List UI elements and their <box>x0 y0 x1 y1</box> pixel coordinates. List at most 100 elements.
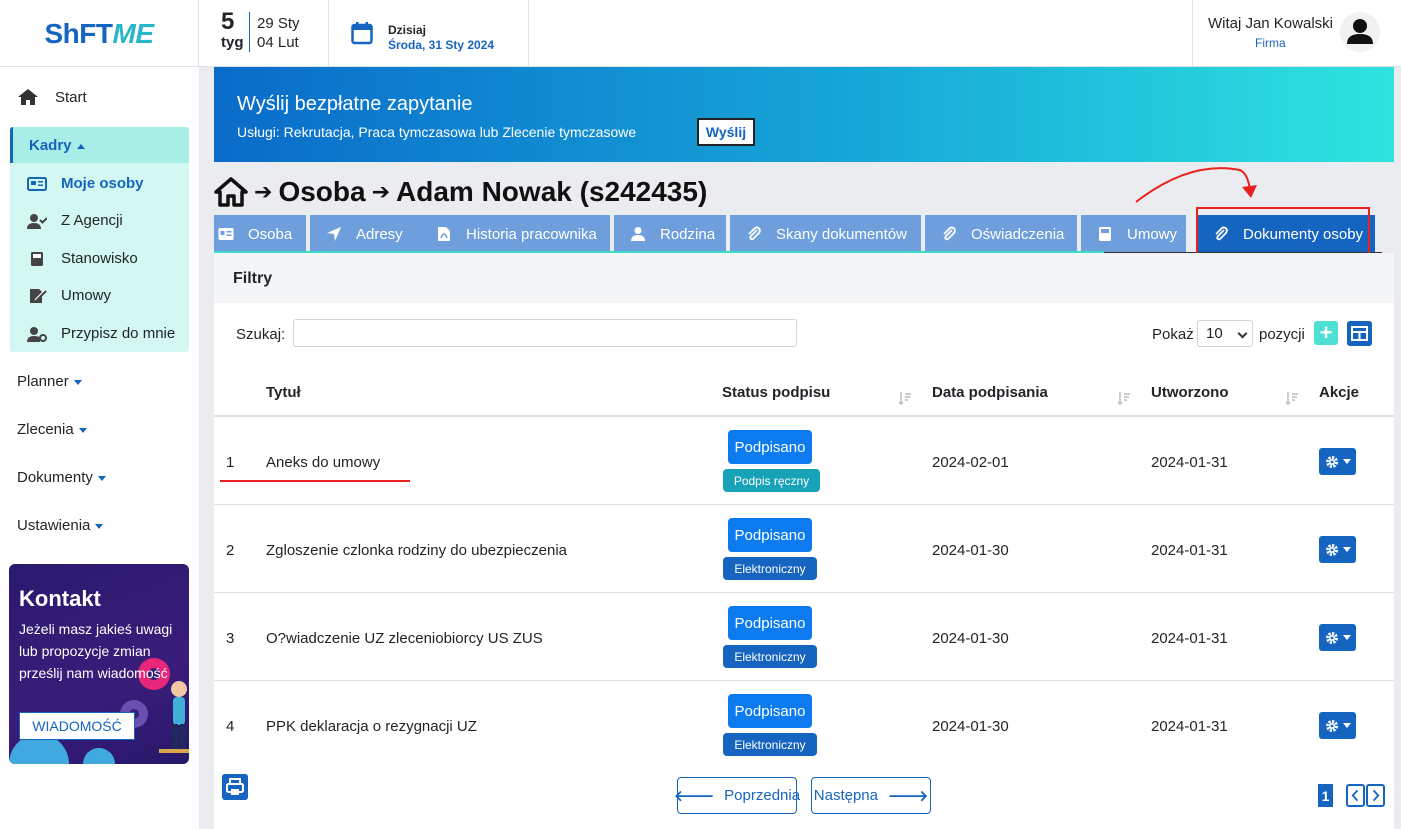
sort-icon[interactable] <box>1285 391 1299 405</box>
banner-send-button[interactable]: Wyślij <box>697 118 755 146</box>
show-label: Pokaż <box>1152 326 1194 343</box>
caret-down-icon <box>1342 547 1351 552</box>
print-icon[interactable] <box>222 774 248 800</box>
logo[interactable]: ShFTME <box>45 18 155 50</box>
row-signed-date: 2024-01-30 <box>932 542 1009 559</box>
today-date: Środa, 31 Sty 2024 <box>388 38 495 52</box>
id-card-icon <box>218 228 234 240</box>
arrow-left-icon: 🡐 <box>673 788 715 805</box>
promo-banner: Wyślij bezpłatne zapytanie Usługi: Rekru… <box>214 67 1394 162</box>
contact-text: Jeżeli masz jakieś uwagi lub propozycje … <box>19 621 173 681</box>
next-page-button[interactable]: Następna 🡒 <box>811 777 931 814</box>
column-created[interactable]: Utworzono <box>1151 384 1228 401</box>
sort-icon[interactable] <box>1117 391 1131 405</box>
row-title: O?wiadczenie UZ zleceniobiorcy US ZUS <box>266 630 543 647</box>
caret-down-icon <box>1342 459 1351 464</box>
sidebar-item-planner[interactable]: Planner <box>17 373 82 390</box>
sidebar-item-umowy[interactable]: Umowy <box>27 287 111 304</box>
today-indicator: Dzisiaj Środa, 31 Sty 2024 <box>329 0 529 67</box>
status-badge: Podpisano <box>728 694 812 728</box>
row-number: 4 <box>226 718 235 735</box>
add-button[interactable]: + <box>1314 321 1338 345</box>
row-actions-button[interactable] <box>1319 448 1356 475</box>
file-pdf-icon <box>438 227 450 241</box>
row-actions-button[interactable] <box>1319 536 1356 563</box>
page-title: Adam Nowak (s242435) <box>396 176 708 207</box>
sidebar-group-kadry: Kadry Moje osoby Z Agencji Stanowisko Um… <box>10 127 189 352</box>
column-status[interactable]: Status podpisu <box>722 384 830 401</box>
annotation-underline <box>220 480 410 482</box>
book-icon <box>1099 227 1111 241</box>
table-row[interactable]: 4 PPK deklaracja o rezygnacji UZ Podpisa… <box>214 681 1394 769</box>
row-created: 2024-01-31 <box>1151 542 1228 559</box>
sidebar-item-dokumenty[interactable]: Dokumenty <box>17 469 106 486</box>
chevron-right-icon[interactable] <box>1366 784 1385 807</box>
table-row[interactable]: 3 O?wiadczenie UZ zleceniobiorcy US ZUS … <box>214 593 1394 681</box>
page-size-select[interactable]: 10 <box>1197 320 1253 347</box>
row-created: 2024-01-31 <box>1151 630 1228 647</box>
sidebar-item-moje-osoby[interactable]: Moje osoby <box>27 175 144 192</box>
user-menu[interactable]: Witaj Jan Kowalski Firma <box>1192 0 1401 67</box>
row-signed-date: 2024-01-30 <box>932 718 1009 735</box>
tab-umowy[interactable]: Umowy <box>1081 215 1186 253</box>
tab-skany[interactable]: Skany dokumentów <box>730 215 921 253</box>
row-number: 3 <box>226 630 235 647</box>
week-divider <box>249 12 250 52</box>
signature-method-badge: Elektroniczny <box>723 645 817 668</box>
file-signature-icon <box>30 288 47 303</box>
sidebar-item-zlecenia[interactable]: Zlecenia <box>17 421 87 438</box>
contact-card: Kontakt Jeżeli masz jakieś uwagi lub pro… <box>9 564 189 764</box>
filter-bar[interactable]: Filtry <box>214 253 1394 303</box>
breadcrumb-arrow-icon: ➔ <box>254 179 273 204</box>
row-actions-button[interactable] <box>1319 712 1356 739</box>
column-signed-date[interactable]: Data podpisania <box>932 384 1048 401</box>
documents-panel: Filtry Szukaj: Pokaż 10 pozycji + Tytuł … <box>214 253 1394 829</box>
caret-down-icon <box>97 475 106 481</box>
table-row[interactable]: 2 Zgloszenie czlonka rodziny do ubezpiec… <box>214 505 1394 593</box>
tab-oswiadczenia[interactable]: Oświadczenia <box>925 215 1077 253</box>
previous-page-button[interactable]: 🡐 Poprzednia <box>673 777 800 814</box>
sidebar-item-ustawienia[interactable]: Ustawienia <box>17 517 104 534</box>
signature-method-badge: Elektroniczny <box>723 557 817 580</box>
sidebar-item-stanowisko[interactable]: Stanowisko <box>27 250 138 267</box>
id-card-icon <box>27 176 47 191</box>
row-created: 2024-01-31 <box>1151 718 1228 735</box>
breadcrumb: ➔ Osoba ➔ Adam Nowak (s242435) <box>214 174 707 210</box>
row-actions-button[interactable] <box>1319 624 1356 651</box>
sidebar-item-przypisz[interactable]: Przypisz do mnie <box>27 325 175 342</box>
tab-rodzina[interactable]: Rodzina <box>614 215 726 253</box>
week-number: 5 <box>221 8 235 35</box>
row-signed-date: 2024-02-01 <box>932 454 1009 471</box>
annotation-arrow-icon <box>1135 167 1257 203</box>
tab-osoba[interactable]: Osoba <box>214 215 306 253</box>
contact-message-button[interactable]: WIADOMOŚĆ <box>19 712 135 740</box>
row-created: 2024-01-31 <box>1151 454 1228 471</box>
caret-down-icon <box>95 523 104 529</box>
user-avatar-icon[interactable] <box>1340 12 1380 52</box>
sidebar-item-z-agencji[interactable]: Z Agencji <box>27 212 123 229</box>
sort-icon[interactable] <box>898 391 912 405</box>
column-title[interactable]: Tytuł <box>266 384 301 401</box>
caret-down-icon <box>78 427 87 433</box>
chevron-left-icon[interactable] <box>1346 784 1365 807</box>
home-icon[interactable] <box>214 177 248 207</box>
tab-historia[interactable]: Historia pracownika <box>420 215 610 253</box>
status-badge: Podpisano <box>728 518 812 552</box>
user-check-icon <box>27 213 47 229</box>
table-row[interactable]: 1 Aneks do umowy Podpisano Podpis ręczny… <box>214 417 1394 505</box>
sidebar-item-start[interactable]: Start <box>17 88 87 106</box>
sidebar-item-kadry[interactable]: Kadry <box>10 127 189 163</box>
breadcrumb-person[interactable]: Osoba <box>278 176 365 208</box>
tab-adresy[interactable]: Adresy <box>310 215 420 253</box>
status-badge: Podpisano <box>728 430 812 464</box>
arrow-right-icon: 🡒 <box>887 788 929 805</box>
search-input[interactable] <box>293 319 797 347</box>
sidebar: Start Kadry Moje osoby Z Agencji Stanowi… <box>0 67 199 829</box>
filter-title: Filtry <box>233 270 273 287</box>
logo-cell: ShFTME <box>0 0 199 67</box>
gear-icon <box>1325 455 1338 468</box>
user-greeting: Witaj Jan Kowalski <box>1207 15 1333 32</box>
today-label: Dzisiaj <box>388 23 427 37</box>
columns-icon[interactable] <box>1347 321 1372 346</box>
current-page[interactable]: 1 <box>1318 784 1333 807</box>
